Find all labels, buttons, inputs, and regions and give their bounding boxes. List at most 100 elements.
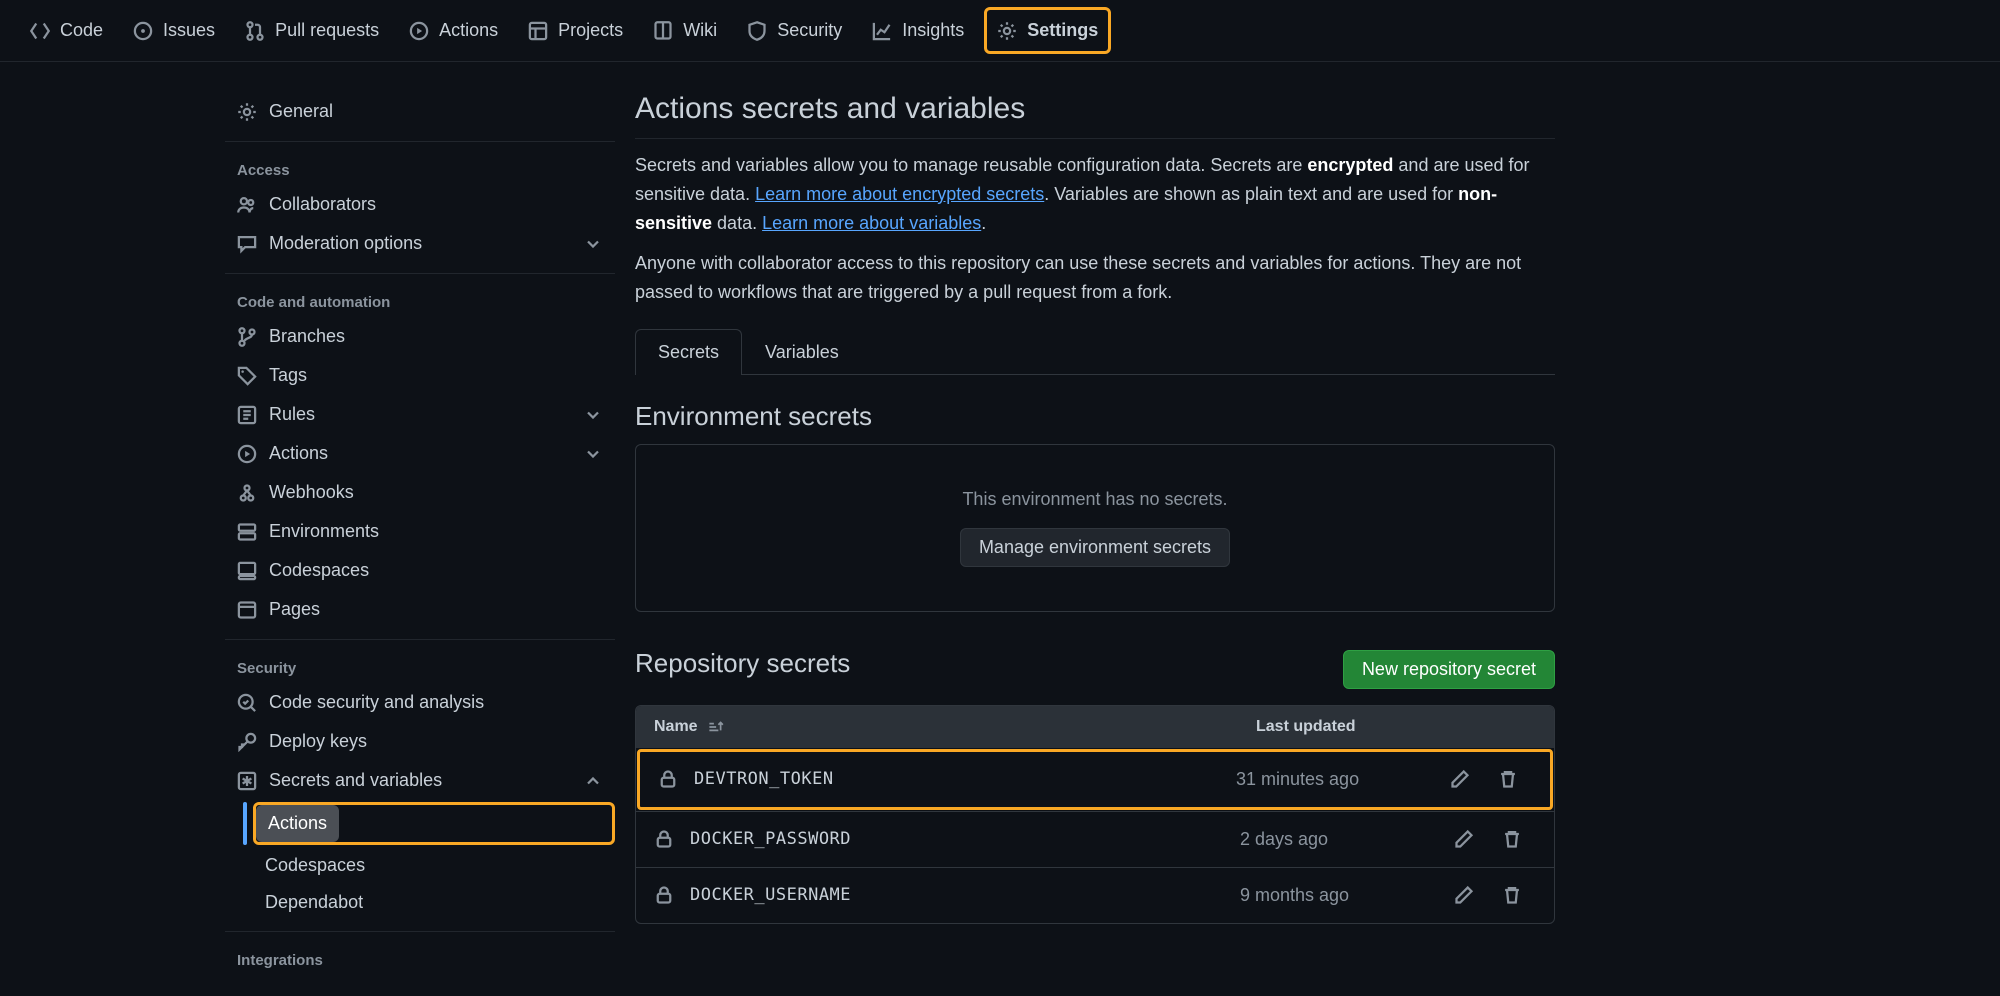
sidebar-item-label: Rules bbox=[269, 404, 315, 425]
delete-button[interactable] bbox=[1484, 769, 1532, 789]
sidebar-item-label: Codespaces bbox=[269, 560, 369, 581]
environment-secrets-heading: Environment secrets bbox=[635, 401, 1555, 432]
settings-sidebar: General Access Collaborators Moderation … bbox=[225, 92, 615, 975]
edit-button[interactable] bbox=[1440, 829, 1488, 849]
tab-security[interactable]: Security bbox=[737, 10, 852, 51]
sidebar-item-label: Moderation options bbox=[269, 233, 422, 254]
repo-topnav: Code Issues Pull requests Actions Projec… bbox=[0, 0, 2000, 62]
delete-button[interactable] bbox=[1488, 829, 1536, 849]
sidebar-subitem-dependabot[interactable]: Dependabot bbox=[253, 884, 615, 921]
sidebar-subitem-actions[interactable]: Actions bbox=[256, 805, 339, 842]
main-content: Actions secrets and variables Secrets an… bbox=[635, 92, 1595, 975]
secret-updated: 9 months ago bbox=[1240, 885, 1440, 906]
tab-projects[interactable]: Projects bbox=[518, 10, 633, 51]
tab-settings-label: Settings bbox=[1027, 20, 1098, 41]
sidebar-heading-code-auto: Code and automation bbox=[225, 284, 615, 317]
tab-pulls[interactable]: Pull requests bbox=[235, 10, 389, 51]
sidebar-item-label: Environments bbox=[269, 521, 379, 542]
sidebar-item-deploy-keys[interactable]: Deploy keys bbox=[225, 722, 615, 761]
sidebar-item-label: Secrets and variables bbox=[269, 770, 442, 791]
sidebar-item-tags[interactable]: Tags bbox=[225, 356, 615, 395]
table-row: DOCKER_PASSWORD 2 days ago bbox=[636, 811, 1554, 867]
tab-wiki-label: Wiki bbox=[683, 20, 717, 41]
tab-variables[interactable]: Variables bbox=[742, 329, 862, 375]
sidebar-item-branches[interactable]: Branches bbox=[225, 317, 615, 356]
description-1: Secrets and variables allow you to manag… bbox=[635, 151, 1555, 237]
webhook-icon bbox=[237, 483, 257, 503]
edit-button[interactable] bbox=[1436, 769, 1484, 789]
tab-code[interactable]: Code bbox=[20, 10, 113, 51]
pencil-icon bbox=[1454, 829, 1474, 849]
edit-button[interactable] bbox=[1440, 885, 1488, 905]
trash-icon bbox=[1498, 769, 1518, 789]
tab-actions[interactable]: Actions bbox=[399, 10, 508, 51]
lock-icon bbox=[658, 769, 678, 789]
sidebar-item-codespaces[interactable]: Codespaces bbox=[225, 551, 615, 590]
sidebar-item-label: Pages bbox=[269, 599, 320, 620]
link-learn-secrets[interactable]: Learn more about encrypted secrets bbox=[755, 184, 1044, 204]
sidebar-item-label: Codespaces bbox=[265, 855, 365, 876]
sidebar-item-rules[interactable]: Rules bbox=[225, 395, 615, 434]
rules-icon bbox=[237, 405, 257, 425]
codescan-icon bbox=[237, 693, 257, 713]
tab-projects-label: Projects bbox=[558, 20, 623, 41]
manage-environment-secrets-button[interactable]: Manage environment secrets bbox=[960, 528, 1230, 567]
gear-icon bbox=[997, 21, 1017, 41]
sidebar-secrets-submenu: Actions Codespaces Dependabot bbox=[225, 802, 615, 921]
play-circle-icon bbox=[237, 444, 257, 464]
sidebar-item-label: Collaborators bbox=[269, 194, 376, 215]
sidebar-item-label: General bbox=[269, 101, 333, 122]
secret-name: DEVTRON_TOKEN bbox=[694, 769, 1236, 789]
book-icon bbox=[653, 21, 673, 41]
table-icon bbox=[528, 21, 548, 41]
tab-actions-label: Actions bbox=[439, 20, 498, 41]
tab-wiki[interactable]: Wiki bbox=[643, 10, 727, 51]
sidebar-item-webhooks[interactable]: Webhooks bbox=[225, 473, 615, 512]
sidebar-subitem-codespaces[interactable]: Codespaces bbox=[253, 847, 615, 884]
sidebar-item-code-security[interactable]: Code security and analysis bbox=[225, 683, 615, 722]
sidebar-item-label: Deploy keys bbox=[269, 731, 367, 752]
codespaces-icon bbox=[237, 561, 257, 581]
environment-empty-text: This environment has no secrets. bbox=[680, 489, 1510, 510]
branch-icon bbox=[237, 327, 257, 347]
chevron-up-icon bbox=[583, 771, 603, 791]
pull-request-icon bbox=[245, 21, 265, 41]
chevron-down-icon bbox=[583, 444, 603, 464]
new-repository-secret-button[interactable]: New repository secret bbox=[1343, 650, 1555, 689]
code-icon bbox=[30, 21, 50, 41]
repository-secrets-heading: Repository secrets bbox=[635, 648, 850, 679]
tab-secrets[interactable]: Secrets bbox=[635, 329, 742, 375]
column-name[interactable]: Name bbox=[654, 718, 1256, 736]
sidebar-item-environments[interactable]: Environments bbox=[225, 512, 615, 551]
delete-button[interactable] bbox=[1488, 885, 1536, 905]
active-indicator bbox=[243, 802, 247, 845]
divider bbox=[225, 639, 615, 640]
comment-icon bbox=[237, 234, 257, 254]
secrets-table: Name Last updated DEVTRON_TOKEN 31 minut… bbox=[635, 705, 1555, 924]
sidebar-heading-integrations: Integrations bbox=[225, 942, 615, 975]
table-header: Name Last updated bbox=[636, 706, 1554, 748]
issue-icon bbox=[133, 21, 153, 41]
sidebar-item-secrets-variables[interactable]: Secrets and variables bbox=[225, 761, 615, 800]
secret-updated: 2 days ago bbox=[1240, 829, 1440, 850]
sidebar-heading-access: Access bbox=[225, 152, 615, 185]
tab-settings[interactable]: Settings bbox=[984, 7, 1111, 54]
sidebar-item-general[interactable]: General bbox=[225, 92, 615, 131]
tab-issues[interactable]: Issues bbox=[123, 10, 225, 51]
sidebar-item-label: Tags bbox=[269, 365, 307, 386]
sidebar-item-pages[interactable]: Pages bbox=[225, 590, 615, 629]
table-row: DOCKER_USERNAME 9 months ago bbox=[636, 867, 1554, 923]
sidebar-item-collaborators[interactable]: Collaborators bbox=[225, 185, 615, 224]
shield-icon bbox=[747, 21, 767, 41]
page-title: Actions secrets and variables bbox=[635, 92, 1555, 139]
tab-insights[interactable]: Insights bbox=[862, 10, 974, 51]
sidebar-item-actions[interactable]: Actions bbox=[225, 434, 615, 473]
divider bbox=[225, 931, 615, 932]
chevron-down-icon bbox=[583, 405, 603, 425]
link-learn-variables[interactable]: Learn more about variables bbox=[762, 213, 981, 233]
pencil-icon bbox=[1450, 769, 1470, 789]
sidebar-item-moderation[interactable]: Moderation options bbox=[225, 224, 615, 263]
tab-security-label: Security bbox=[777, 20, 842, 41]
tag-icon bbox=[237, 366, 257, 386]
trash-icon bbox=[1502, 885, 1522, 905]
